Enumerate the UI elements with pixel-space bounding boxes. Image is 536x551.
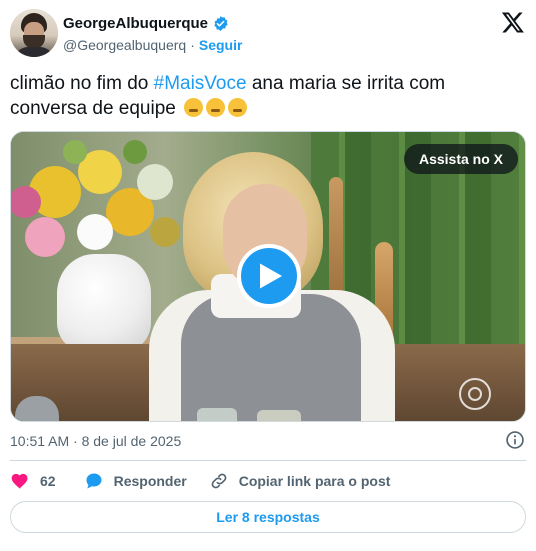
melting-face-emoji-icon bbox=[228, 98, 248, 117]
author-handle[interactable]: @Georgealbuquerq bbox=[63, 37, 186, 53]
author-display-name[interactable]: GeorgeAlbuquerque bbox=[63, 15, 208, 32]
tweet-text-start: climão no fim do bbox=[10, 73, 154, 94]
reply-label: Responder bbox=[113, 473, 187, 489]
broadcaster-watermark-icon bbox=[459, 378, 491, 410]
hand-over-mouth-emoji-icon bbox=[206, 98, 226, 117]
author-name-row: GeorgeAlbuquerque bbox=[63, 13, 229, 33]
x-logo-icon[interactable] bbox=[500, 10, 526, 34]
video-frame-vase bbox=[57, 254, 151, 352]
play-button[interactable] bbox=[237, 244, 301, 308]
link-icon bbox=[211, 473, 227, 489]
author-handle-row: @Georgealbuquerq · Seguir bbox=[63, 36, 242, 54]
follow-button[interactable]: Seguir bbox=[199, 37, 243, 53]
like-count: 62 bbox=[40, 473, 56, 489]
copy-link-button[interactable]: Copiar link para o post bbox=[209, 470, 391, 492]
copy-link-label: Copiar link para o post bbox=[238, 473, 391, 489]
verified-badge-icon bbox=[214, 15, 228, 31]
watch-on-x-button[interactable]: Assista no X bbox=[404, 144, 518, 174]
reply-button[interactable]: Responder bbox=[84, 470, 187, 492]
reply-bubble-icon bbox=[86, 473, 102, 489]
like-button[interactable]: 62 bbox=[10, 470, 56, 492]
video-frame-glass bbox=[197, 408, 237, 421]
shushing-face-emoji-icon bbox=[184, 98, 204, 117]
read-replies-button[interactable]: Ler 8 respostas bbox=[10, 501, 526, 533]
hashtag-link[interactable]: #MaisVoce bbox=[154, 73, 247, 94]
video-frame-glass-2 bbox=[257, 410, 301, 421]
tweet-text: climão no fim do #MaisVoce ana maria se … bbox=[10, 71, 526, 121]
play-icon bbox=[260, 263, 282, 289]
avatar[interactable] bbox=[10, 9, 58, 57]
tweet-timestamp[interactable]: 10:51 AM · 8 de jul de 2025 bbox=[10, 432, 181, 450]
action-bar: 62 Responder Copiar link para o post bbox=[10, 470, 390, 492]
tweet-card: GeorgeAlbuquerque @Georgealbuquerq · Seg… bbox=[0, 0, 536, 551]
separator-dot: · bbox=[190, 37, 195, 53]
video-player[interactable]: Assista no X bbox=[10, 131, 526, 422]
info-icon[interactable] bbox=[505, 430, 525, 450]
divider bbox=[10, 460, 526, 461]
heart-icon bbox=[11, 473, 28, 489]
